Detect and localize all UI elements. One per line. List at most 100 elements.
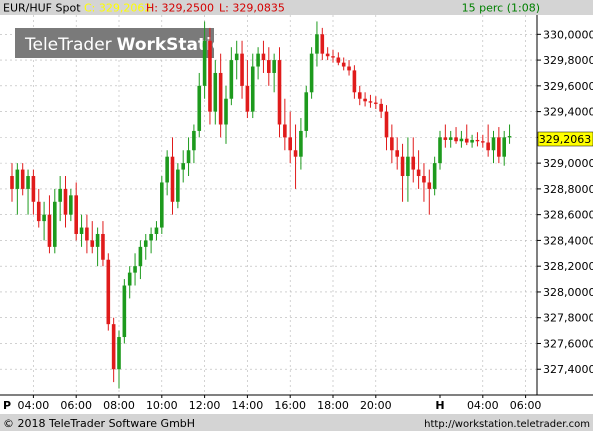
candle-body-down [31, 176, 36, 202]
candle-body-up [315, 34, 319, 54]
candle-body-down [293, 150, 298, 157]
candle-body-up [192, 130, 196, 151]
copyright-text: © 2018 TeleTrader Software GmbH [3, 417, 195, 430]
x-tick-label: 06:00 [510, 399, 542, 412]
candle-body-up [117, 337, 121, 370]
y-tick-label: 327,8000 [543, 312, 593, 325]
candle-body-down [261, 53, 266, 61]
candle-body-up [26, 176, 30, 189]
candle-body-up [95, 233, 100, 247]
candle-body-down [288, 137, 292, 151]
candle-body-up [229, 60, 234, 99]
candle-body-down [379, 103, 383, 112]
candle-body-up [138, 246, 143, 267]
candle-body-up [470, 139, 474, 143]
low-label: L: 329,0835 [219, 2, 285, 15]
candle-body-down [267, 60, 271, 73]
candle-body-up [224, 98, 228, 125]
candle-body-down [111, 324, 116, 370]
y-tick-label: 328,8000 [543, 183, 593, 196]
candle-body-up [256, 53, 260, 67]
candle-body-up [149, 233, 153, 241]
candle-body-up [186, 150, 191, 164]
candle-body-up [53, 201, 57, 247]
candle-body-up [304, 92, 309, 131]
candle-body-down [390, 137, 394, 151]
candle-body-up [202, 40, 207, 86]
candle-body-up [69, 195, 73, 215]
candle-body-up [181, 163, 185, 170]
y-tick-label: 328,0000 [543, 286, 593, 299]
candle-body-down [368, 101, 373, 103]
x-tick-label: 04:00 [467, 399, 499, 412]
candle-body-up [213, 72, 218, 112]
candle-body-down [240, 53, 244, 86]
candle-body-down [277, 60, 282, 125]
y-tick-label: 330,0000 [543, 28, 593, 41]
candle-body-down [357, 92, 362, 99]
candle-body-up [42, 214, 46, 222]
y-tick-label: 327,6000 [543, 337, 593, 350]
y-tick-label: 329,8000 [543, 54, 593, 67]
y-tick-label: 328,4000 [543, 234, 593, 247]
candle-body-up [15, 169, 20, 189]
candle-body-up [197, 85, 202, 131]
candle-body-down [363, 98, 367, 102]
candle-body-up [176, 169, 180, 202]
candle-body-up [448, 137, 453, 140]
x-tick-label: 08:00 [103, 399, 135, 412]
x-tick-label: 10:00 [146, 399, 178, 412]
x-tick-label: 06:00 [60, 399, 92, 412]
candle-body-down [245, 85, 250, 112]
candle-body-down [454, 137, 458, 142]
y-tick-label: 328,6000 [543, 209, 593, 222]
candle-body-down [63, 188, 68, 215]
candle-body-down [384, 111, 389, 138]
footer-url[interactable]: http://workstation.teletrader.com [424, 419, 590, 430]
y-tick-label: 329,0000 [543, 157, 593, 170]
candle-body-up [143, 240, 148, 247]
candle-body-down [486, 142, 490, 151]
candle-body-down [341, 62, 346, 67]
x-tick-label: 20:00 [360, 399, 392, 412]
candle-body-down [400, 156, 405, 177]
candle-body-up [491, 137, 496, 151]
candle-body-down [395, 150, 399, 157]
y-tick-label: 327,4000 [543, 363, 593, 376]
y-axis-ticks: 327,4000 327,6000 327,8000 328,0000 328,2000… [537, 28, 593, 376]
candle-body-down [106, 259, 111, 325]
candle-body-down [443, 137, 448, 140]
current-price-label: 329,2063 [539, 133, 592, 146]
candle-body-down [283, 124, 287, 138]
candle-body-up [165, 156, 169, 183]
candle-body-up [299, 130, 303, 157]
candle-body-up [309, 53, 314, 93]
candle-body-down [422, 176, 426, 183]
symbol-label: EUR/HUF Spot [3, 2, 81, 15]
candle-body-down [497, 137, 501, 157]
x-tick-label: H [435, 399, 444, 412]
candle-body-down [331, 56, 335, 58]
y-tick-label: 329,4000 [543, 106, 593, 119]
candle-body-up [507, 136, 512, 138]
candle-body-up [406, 156, 410, 177]
candle-body-up [58, 188, 62, 202]
candle-body-down [208, 40, 212, 112]
candle-body-down [74, 195, 78, 234]
candlestick-chart: EUR/HUF Spot C: 329,2062 H: 329,2500 L: … [0, 0, 593, 431]
candle-body-down [374, 102, 378, 104]
x-tick-label: 12:00 [189, 399, 221, 412]
close-label: C: 329,2062 [84, 2, 151, 15]
candle-body-down [218, 72, 223, 125]
candle-body-down [416, 169, 421, 177]
candle-body-down [320, 34, 325, 54]
x-tick-label: 14:00 [232, 399, 264, 412]
candle-body-up [250, 66, 255, 112]
candle-body-down [475, 139, 480, 142]
candle-body-down [481, 141, 485, 143]
candle-body-up [127, 272, 132, 286]
x-axis-marker: P [3, 399, 11, 412]
interval-label: 15 perc (1:08) [462, 2, 540, 15]
high-label: H: 329,2500 [146, 2, 214, 15]
candle-body-up [272, 60, 276, 73]
